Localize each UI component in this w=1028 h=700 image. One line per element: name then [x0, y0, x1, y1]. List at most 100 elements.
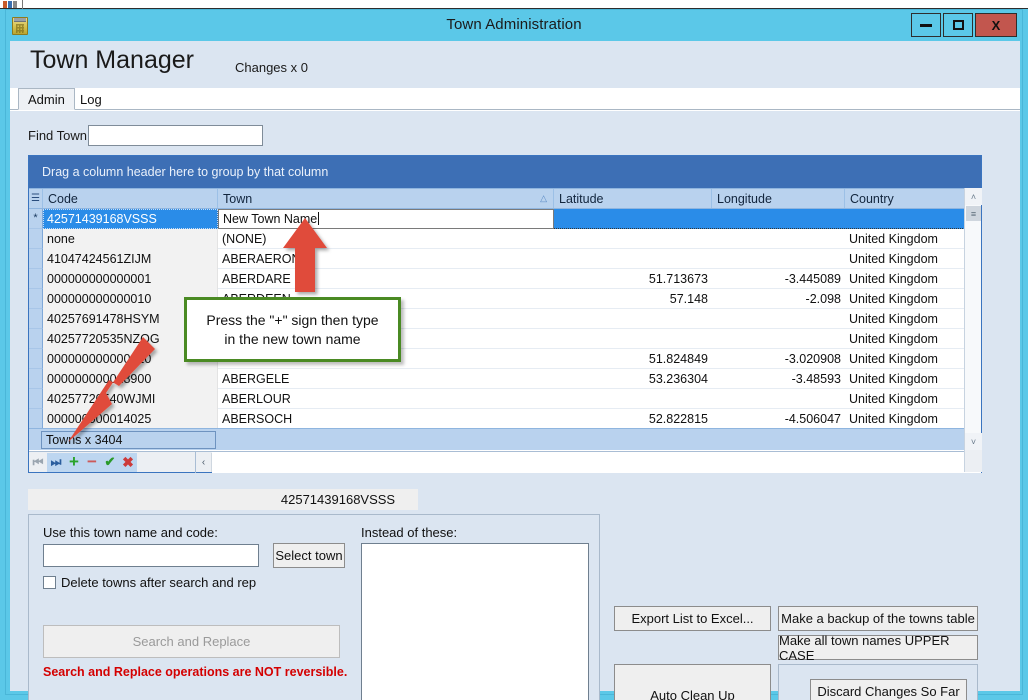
cell-country[interactable]: United Kingdom: [845, 312, 968, 326]
cell-longitude[interactable]: -2.098: [712, 292, 845, 306]
vertical-scrollbar[interactable]: ˄ ≡ ˅: [964, 188, 982, 472]
screen-root: Town Administration X Town Manager Chang…: [0, 0, 1028, 700]
cell-country[interactable]: United Kingdom: [845, 272, 968, 286]
table-row[interactable]: 40257720535NZOG United Kingdom: [29, 328, 981, 349]
row-header: [29, 368, 43, 389]
cell-town[interactable]: ABERDARE: [218, 272, 554, 286]
cell-town[interactable]: ABERLOUR: [218, 392, 554, 406]
remove-record-button[interactable]: −: [83, 452, 101, 472]
instead-of-these-label: Instead of these:: [361, 525, 458, 540]
cell-code[interactable]: 41047424561ZIJM: [43, 248, 218, 269]
table-row[interactable]: 000000000014025 ABERSOCH 52.822815 -4.50…: [29, 408, 981, 429]
table-row[interactable]: 40257720540WJMI ABERLOUR United Kingdom: [29, 388, 981, 409]
minimize-button[interactable]: [911, 13, 941, 37]
delete-towns-checkbox[interactable]: [43, 576, 56, 589]
tab-log[interactable]: Log: [71, 88, 111, 110]
cell-latitude[interactable]: 51.824849: [554, 352, 712, 366]
cell-country[interactable]: United Kingdom: [845, 412, 968, 426]
table-row[interactable]: 000000000000020 51.824849 -3.020908 Unit…: [29, 348, 981, 369]
cell-country[interactable]: United Kingdom: [845, 372, 968, 386]
use-town-label: Use this town name and code:: [43, 525, 218, 540]
tab-admin[interactable]: Admin: [18, 88, 75, 110]
minimize-icon: [920, 23, 932, 27]
table-row[interactable]: 000000000000001 ABERDARE 51.713673 -3.44…: [29, 268, 981, 289]
first-record-icon[interactable]: ⏮: [29, 452, 47, 472]
cell-longitude[interactable]: -3.445089: [712, 272, 845, 286]
delete-towns-checkbox-row[interactable]: Delete towns after search and replace: [43, 575, 257, 590]
uppercase-town-names-button[interactable]: Make all town names UPPER CASE: [778, 633, 978, 663]
find-town-input[interactable]: [88, 125, 264, 146]
cell-town[interactable]: ABERAERON: [218, 252, 554, 266]
auto-clean-up-button[interactable]: Auto Clean Up: [614, 664, 771, 700]
cancel-edit-button[interactable]: ✖: [119, 452, 137, 472]
cell-longitude[interactable]: -4.506047: [712, 412, 845, 426]
cell-country[interactable]: United Kingdom: [845, 392, 968, 406]
cell-longitude[interactable]: -3.48593: [712, 372, 845, 386]
backup-towns-table-button[interactable]: Make a backup of the towns table: [778, 606, 978, 631]
maximize-icon: [952, 20, 964, 30]
callout-line-2: in the new town name: [224, 330, 361, 347]
export-to-excel-button[interactable]: Export List to Excel...: [614, 606, 771, 631]
table-row[interactable]: * 42571439168VSSS New Town Name: [29, 209, 981, 229]
select-town-button[interactable]: Select town: [273, 543, 345, 568]
column-header-latitude[interactable]: Latitude: [554, 189, 712, 208]
add-record-button[interactable]: +: [65, 452, 83, 472]
cell-code[interactable]: none: [43, 228, 218, 249]
table-row[interactable]: 40257691478HSYM United Kingdom: [29, 308, 981, 329]
discard-changes-button[interactable]: Discard Changes So Far: [810, 679, 967, 700]
row-header: [29, 388, 43, 409]
scroll-down-icon[interactable]: ˅: [965, 433, 982, 450]
search-and-replace-button[interactable]: Search and Replace: [43, 625, 340, 658]
cell-longitude[interactable]: -3.020908: [712, 352, 845, 366]
use-town-input[interactable]: [43, 544, 259, 567]
cell-latitude[interactable]: 52.822815: [554, 412, 712, 426]
title-bar[interactable]: Town Administration X: [6, 10, 1022, 41]
column-header-longitude[interactable]: Longitude: [712, 189, 845, 208]
window-controls: X: [911, 13, 1017, 37]
search-replace-panel: Use this town name and code: Select town…: [28, 514, 600, 700]
not-reversible-warning: Search and Replace operations are NOT re…: [43, 665, 348, 679]
cell-town[interactable]: ABERGELE: [218, 372, 554, 386]
cell-code[interactable]: 000000000018900: [43, 368, 218, 389]
table-row[interactable]: 000000000018900 ABERGELE 53.236304 -3.48…: [29, 368, 981, 389]
cell-code[interactable]: 42571439168VSSS: [43, 209, 218, 229]
table-row[interactable]: 000000000000010 ABERDEEN 57.148 -2.098 U…: [29, 288, 981, 309]
find-list-box[interactable]: [361, 543, 589, 700]
sort-ascending-icon: △: [540, 193, 547, 203]
group-by-panel[interactable]: Drag a column header here to group by th…: [29, 156, 981, 188]
cell-town[interactable]: (NONE): [218, 232, 554, 246]
scrollbar-thumb[interactable]: ≡: [966, 206, 981, 221]
maximize-button[interactable]: [943, 13, 973, 37]
accept-edit-button[interactable]: ✔: [101, 452, 119, 472]
cell-country[interactable]: United Kingdom: [845, 292, 968, 306]
cell-code[interactable]: 000000000014025: [43, 408, 218, 429]
column-header-country[interactable]: Country: [845, 189, 968, 208]
grid-navigator: ⏮ ⏭ + − ✔ ✖ ‹: [29, 451, 981, 473]
cell-code[interactable]: 40257720540WJMI: [43, 388, 218, 409]
table-row[interactable]: 41047424561ZIJM ABERAERON United Kingdom: [29, 248, 981, 269]
column-header-code[interactable]: Code: [43, 189, 218, 208]
scroll-left-icon[interactable]: ‹: [196, 452, 212, 472]
cell-country[interactable]: United Kingdom: [845, 352, 968, 366]
window-title: Town Administration: [446, 16, 582, 33]
client-area: Town Manager Changes x 0 Admin Log Find …: [10, 41, 1020, 700]
horizontal-scroll-track[interactable]: [212, 451, 981, 473]
scrollbar-corner: [965, 450, 982, 472]
text-caret: [318, 211, 320, 225]
close-button[interactable]: X: [975, 13, 1017, 37]
column-header-town[interactable]: Town △: [218, 189, 554, 208]
cell-latitude[interactable]: 51.713673: [554, 272, 712, 286]
cell-code[interactable]: 000000000000001: [43, 268, 218, 289]
row-header: [29, 288, 43, 309]
cell-town-text: New Town Name: [223, 211, 318, 226]
scroll-up-icon[interactable]: ˄: [965, 188, 982, 205]
cell-latitude[interactable]: 57.148: [554, 292, 712, 306]
cell-country[interactable]: United Kingdom: [845, 332, 968, 346]
last-record-icon[interactable]: ⏭: [47, 452, 65, 472]
cell-country[interactable]: United Kingdom: [845, 232, 968, 246]
cell-latitude[interactable]: 53.236304: [554, 372, 712, 386]
cell-country[interactable]: United Kingdom: [845, 252, 968, 266]
cell-town[interactable]: ABERSOCH: [218, 412, 554, 426]
table-row[interactable]: none (NONE) United Kingdom: [29, 228, 981, 249]
cell-town-editor[interactable]: New Town Name: [218, 209, 554, 229]
